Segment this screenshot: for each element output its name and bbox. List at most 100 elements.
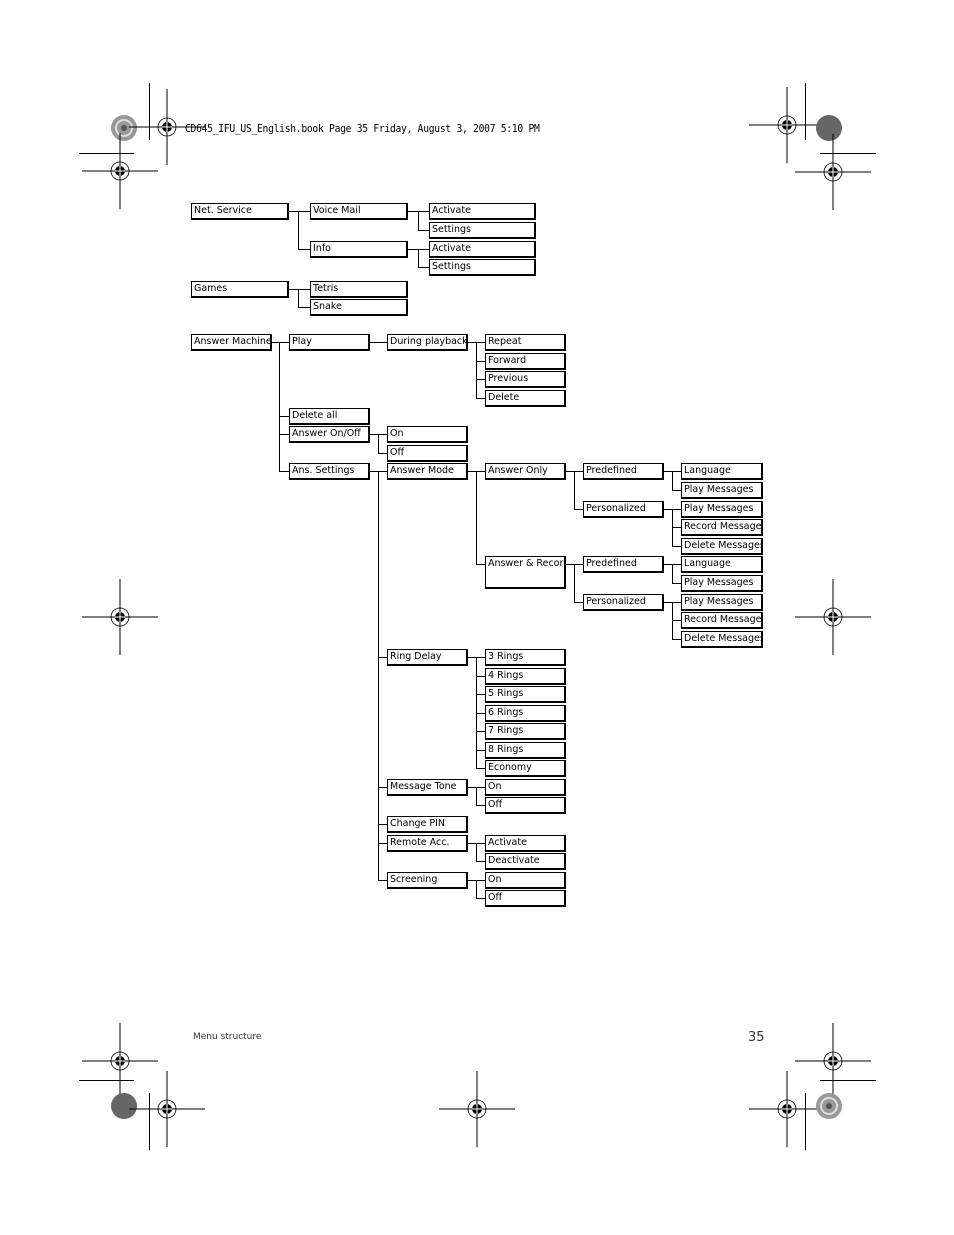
connector-line	[370, 434, 378, 435]
menu-node-on: On	[485, 872, 566, 889]
menu-node-voice-mail: Voice Mail	[310, 203, 408, 220]
connector-line	[468, 843, 476, 844]
connector-line	[279, 342, 289, 343]
menu-node-delete-messages: Delete Messages	[681, 537, 763, 555]
menu-node-on: On	[485, 779, 566, 796]
menu-node-forward: Forward	[485, 352, 566, 370]
crop-mark	[79, 1080, 134, 1081]
connector-line	[476, 342, 477, 398]
menu-node-ring-option: Economy	[485, 760, 566, 777]
connector-line	[370, 342, 387, 343]
connector-line	[468, 657, 476, 658]
connector-line	[574, 471, 575, 509]
page-number: 35	[748, 1030, 765, 1045]
menu-node-remote-acc: Remote Acc.	[387, 835, 468, 852]
connector-line	[468, 471, 476, 472]
connector-line	[672, 582, 681, 584]
footer-section-title: Menu structure	[193, 1032, 262, 1042]
connector-line	[408, 249, 418, 250]
connector-line	[476, 564, 485, 565]
connector-line	[476, 861, 485, 862]
menu-node-ring-option: 7 Rings	[485, 723, 566, 740]
connector-line	[476, 749, 485, 751]
connector-line	[418, 230, 429, 231]
menu-node-ring-option: 8 Rings	[485, 741, 566, 759]
connector-line	[664, 471, 672, 472]
connector-line	[476, 397, 485, 399]
connector-line	[378, 434, 387, 435]
menu-node-off: Off	[485, 797, 566, 814]
menu-node-settings: Settings	[429, 222, 536, 239]
connector-line	[476, 360, 485, 362]
connector-line	[408, 211, 418, 212]
connector-line	[476, 471, 485, 472]
connector-line	[418, 267, 429, 268]
connector-line	[418, 211, 419, 230]
connector-line	[298, 211, 310, 212]
connector-line	[476, 379, 485, 380]
menu-node-answer-machine: Answer Machine	[191, 334, 272, 351]
connector-line	[378, 453, 387, 454]
menu-node-delete: Delete	[485, 389, 566, 407]
connector-line	[418, 211, 429, 212]
menu-node-record-messages: Record Messages	[681, 612, 763, 629]
menu-node-change-pin: Change PIN	[387, 816, 468, 833]
menu-node-ring-option: 6 Rings	[485, 704, 566, 722]
menu-node-play-messages: Play Messages	[681, 500, 763, 518]
connector-line	[664, 508, 672, 510]
connector-line	[378, 657, 387, 658]
connector-line	[476, 675, 485, 677]
menu-node-answer-on-off: Answer On/Off	[289, 426, 370, 443]
menu-node-personalized: Personalized	[583, 593, 664, 611]
connector-line	[476, 694, 485, 695]
connector-line	[378, 880, 387, 881]
menu-node-answer-mode: Answer Mode	[387, 463, 468, 480]
menu-node-during-playback: During playback	[387, 334, 468, 351]
connector-line	[468, 342, 476, 343]
connector-line	[289, 289, 298, 290]
menu-node-predefined: Predefined	[583, 463, 664, 480]
menu-node-personalized: Personalized	[583, 500, 664, 518]
connector-line	[574, 508, 583, 510]
menu-node-message-tone: Message Tone	[387, 779, 468, 796]
menu-node-net-service: Net. Service	[191, 203, 289, 220]
menu-node-info: Info	[310, 241, 408, 258]
connector-line	[672, 471, 673, 490]
menu-node-activate: Activate	[429, 241, 536, 258]
connector-line	[298, 211, 299, 249]
connector-line	[298, 289, 310, 290]
registration-crosshair-icon	[795, 579, 871, 655]
menu-node-ans-settings: Ans. Settings	[289, 463, 370, 480]
menu-node-play-messages: Play Messages	[681, 574, 763, 592]
connector-line	[279, 416, 289, 417]
registration-crosshair-icon	[795, 134, 871, 210]
menu-node-answer-and-record: Answer & Record	[485, 556, 566, 589]
connector-line	[378, 471, 379, 880]
connector-line	[279, 434, 289, 435]
crop-mark	[805, 1093, 806, 1150]
connector-line	[476, 731, 485, 732]
menu-node-predefined: Predefined	[583, 556, 664, 573]
connector-line	[574, 471, 583, 472]
connector-line	[672, 564, 673, 583]
connector-line	[468, 787, 476, 788]
connector-line	[298, 307, 310, 308]
connector-line	[574, 601, 583, 603]
connector-line	[418, 249, 429, 250]
menu-node-record-messages: Record Messages	[681, 519, 763, 536]
registration-crosshair-icon	[82, 579, 158, 655]
connector-line	[476, 712, 485, 714]
menu-node-delete-messages: Delete Messages	[681, 630, 763, 648]
menu-node-delete-all: Delete all	[289, 408, 370, 425]
menu-node-deactivate: Deactivate	[485, 853, 566, 870]
connector-line	[378, 434, 379, 453]
crop-mark	[820, 1080, 876, 1081]
menu-node-ring-option: 3 Rings	[485, 649, 566, 666]
menu-node-ring-delay: Ring Delay	[387, 649, 468, 666]
connector-line	[672, 489, 681, 491]
crop-mark	[805, 83, 806, 140]
menu-node-language: Language	[681, 463, 763, 480]
connector-line	[672, 620, 681, 621]
connector-line	[476, 471, 477, 564]
connector-line	[370, 471, 378, 472]
